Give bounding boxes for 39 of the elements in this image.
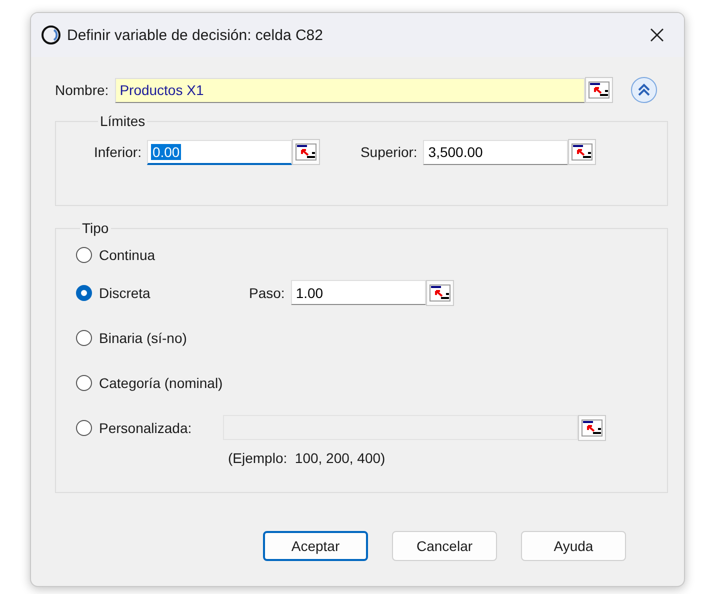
radio-button[interactable] [76,374,92,390]
app-logo-icon [41,25,61,45]
radio-button[interactable] [76,420,92,436]
option-label: Continua [99,247,156,263]
cell-reference-button[interactable] [584,77,613,103]
name-field[interactable]: Productos X1 [114,78,585,102]
cell-reference-button[interactable] [578,414,606,440]
cell-reference-icon [588,81,610,99]
field-label: Paso: [249,284,285,300]
field-label: Nombre: [55,82,109,98]
limit-field[interactable]: 0.00 [147,140,292,164]
cell-reference-button[interactable] [426,280,454,306]
cell-reference-icon [571,143,594,161]
option-label: Discreta [99,284,152,300]
example-hint: (Ejemplo: 100, 200, 400) [228,450,386,466]
cell-reference-icon [581,418,603,436]
window-title: Definir variable de decisión: celda C82 [67,26,324,44]
option-label: Personalizada: [99,420,193,436]
dialog-button[interactable]: Cancelar [392,531,497,561]
radio-button[interactable] [76,330,92,346]
cell-reference-button[interactable] [568,139,596,165]
radio-button[interactable] [76,247,92,263]
group-title: Límites [99,113,146,129]
group-title: Tipo [81,220,110,236]
close-icon [650,28,664,42]
cell-reference-icon [295,143,318,161]
cell-reference-icon [428,284,451,302]
field-label: Superior: [360,144,418,160]
option-label: Binaria (sí-no) [99,330,188,346]
limit-field[interactable]: 3,500.00 [423,140,568,164]
option-label: Categoría (nominal) [99,374,223,390]
collapse-button[interactable] [630,77,657,103]
cell-reference-button[interactable] [292,139,320,165]
dialog-button[interactable]: Ayuda [521,531,626,561]
radio-button[interactable] [76,284,92,300]
field-label: Inferior: [94,144,142,160]
value-field[interactable]: 1.00 [290,280,426,305]
dialog-button[interactable]: Aceptar [263,531,368,561]
double-chevron-up-icon [636,83,651,97]
